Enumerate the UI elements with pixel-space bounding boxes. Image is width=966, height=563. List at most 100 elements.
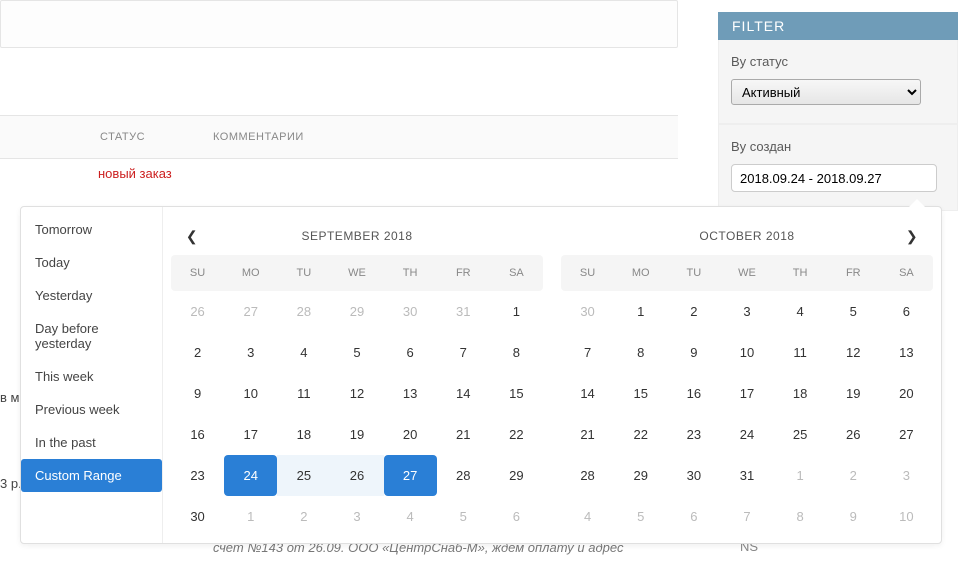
calendar-day[interactable]: 24 <box>224 455 277 496</box>
calendar-day[interactable]: 8 <box>614 332 667 373</box>
calendar-day[interactable]: 6 <box>880 291 933 332</box>
calendar-day[interactable]: 23 <box>667 414 720 455</box>
calendar-day[interactable]: 26 <box>171 291 224 332</box>
calendar-day[interactable]: 9 <box>171 373 224 414</box>
calendar-day[interactable]: 7 <box>437 332 490 373</box>
calendar-day[interactable]: 30 <box>561 291 614 332</box>
calendar-day[interactable]: 19 <box>827 373 880 414</box>
calendar-day[interactable]: 25 <box>774 414 827 455</box>
calendar-day[interactable]: 13 <box>384 373 437 414</box>
calendar-day[interactable]: 26 <box>330 455 383 496</box>
calendar-day[interactable]: 12 <box>330 373 383 414</box>
calendar-day[interactable]: 2 <box>171 332 224 373</box>
dow-cell: SA <box>880 267 933 279</box>
calendar-day[interactable]: 4 <box>561 496 614 537</box>
calendar-day[interactable]: 1 <box>614 291 667 332</box>
calendar-day[interactable]: 28 <box>437 455 490 496</box>
calendar-day[interactable]: 29 <box>330 291 383 332</box>
calendar-day[interactable]: 12 <box>827 332 880 373</box>
range-preset-yesterday[interactable]: Yesterday <box>21 279 162 312</box>
calendar-day[interactable]: 1 <box>224 496 277 537</box>
calendar-day[interactable]: 11 <box>774 332 827 373</box>
calendar-day[interactable]: 4 <box>277 332 330 373</box>
calendar-day[interactable]: 5 <box>614 496 667 537</box>
calendar-day[interactable]: 30 <box>171 496 224 537</box>
calendar-day[interactable]: 15 <box>614 373 667 414</box>
status-select[interactable]: Активный <box>731 79 921 105</box>
calendar-day[interactable]: 15 <box>490 373 543 414</box>
calendar-day[interactable]: 2 <box>667 291 720 332</box>
calendar-day[interactable]: 22 <box>490 414 543 455</box>
calendar-day[interactable]: 10 <box>224 373 277 414</box>
calendar-day[interactable]: 18 <box>774 373 827 414</box>
range-preset-in-the-past[interactable]: In the past <box>21 426 162 459</box>
calendar-day[interactable]: 16 <box>667 373 720 414</box>
calendar-day[interactable]: 28 <box>277 291 330 332</box>
calendar-day[interactable]: 18 <box>277 414 330 455</box>
calendar-day[interactable]: 20 <box>880 373 933 414</box>
range-preset-custom-range[interactable]: Custom Range <box>21 459 162 492</box>
calendar-day[interactable]: 1 <box>490 291 543 332</box>
dow-cell: MO <box>224 267 277 279</box>
range-preset-this-week[interactable]: This week <box>21 360 162 393</box>
calendar-day[interactable]: 21 <box>561 414 614 455</box>
calendar-day[interactable]: 27 <box>384 455 437 496</box>
calendar-day[interactable]: 25 <box>277 455 330 496</box>
range-preset-today[interactable]: Today <box>21 246 162 279</box>
calendar-day[interactable]: 20 <box>384 414 437 455</box>
calendar-day[interactable]: 5 <box>827 291 880 332</box>
calendar-day[interactable]: 6 <box>384 332 437 373</box>
calendar-day[interactable]: 27 <box>880 414 933 455</box>
calendar-day[interactable]: 19 <box>330 414 383 455</box>
calendar-day[interactable]: 27 <box>224 291 277 332</box>
calendar-day[interactable]: 3 <box>224 332 277 373</box>
calendar-day[interactable]: 30 <box>384 291 437 332</box>
calendar-day[interactable]: 14 <box>437 373 490 414</box>
calendar-day[interactable]: 29 <box>614 455 667 496</box>
calendar-day[interactable]: 13 <box>880 332 933 373</box>
calendar-day[interactable]: 7 <box>561 332 614 373</box>
calendar-day[interactable]: 26 <box>827 414 880 455</box>
calendar-day[interactable]: 16 <box>171 414 224 455</box>
range-preset-day-before-yesterday[interactable]: Day before yesterday <box>21 312 162 360</box>
calendar-day[interactable]: 29 <box>490 455 543 496</box>
calendar-day[interactable]: 10 <box>720 332 773 373</box>
calendar-day[interactable]: 4 <box>774 291 827 332</box>
calendar-day[interactable]: 30 <box>667 455 720 496</box>
calendar-day[interactable]: 6 <box>667 496 720 537</box>
calendar-day[interactable]: 5 <box>330 332 383 373</box>
calendar-day[interactable]: 22 <box>614 414 667 455</box>
calendar-day[interactable]: 11 <box>277 373 330 414</box>
calendar-day[interactable]: 2 <box>277 496 330 537</box>
dow-cell: TU <box>667 267 720 279</box>
calendar-day[interactable]: 1 <box>774 455 827 496</box>
calendar-day[interactable]: 7 <box>720 496 773 537</box>
calendar-day[interactable]: 8 <box>490 332 543 373</box>
calendar-day[interactable]: 21 <box>437 414 490 455</box>
calendar-day[interactable]: 31 <box>720 455 773 496</box>
calendar-day[interactable]: 6 <box>490 496 543 537</box>
calendar-day[interactable]: 9 <box>827 496 880 537</box>
calendar-day[interactable]: 10 <box>880 496 933 537</box>
calendar-day[interactable]: 23 <box>171 455 224 496</box>
calendar-day[interactable]: 9 <box>667 332 720 373</box>
calendar-day[interactable]: 17 <box>224 414 277 455</box>
calendar-day[interactable]: 4 <box>384 496 437 537</box>
prev-month-icon[interactable]: ❮ <box>177 217 207 255</box>
calendar-day[interactable]: 28 <box>561 455 614 496</box>
calendar-day[interactable]: 31 <box>437 291 490 332</box>
calendar-day[interactable]: 8 <box>774 496 827 537</box>
calendar-day[interactable]: 3 <box>720 291 773 332</box>
date-range-input[interactable] <box>731 164 937 192</box>
calendar-day[interactable]: 2 <box>827 455 880 496</box>
calendar-day[interactable]: 14 <box>561 373 614 414</box>
calendar-day[interactable]: 3 <box>880 455 933 496</box>
calendar-day[interactable]: 5 <box>437 496 490 537</box>
calendar-day[interactable]: 24 <box>720 414 773 455</box>
calendar-left-title: SEPTEMBER 2018 <box>301 229 412 243</box>
calendar-day[interactable]: 17 <box>720 373 773 414</box>
range-preset-tomorrow[interactable]: Tomorrow <box>21 213 162 246</box>
calendar-day[interactable]: 3 <box>330 496 383 537</box>
next-month-icon[interactable]: ❯ <box>897 217 927 255</box>
range-preset-previous-week[interactable]: Previous week <box>21 393 162 426</box>
